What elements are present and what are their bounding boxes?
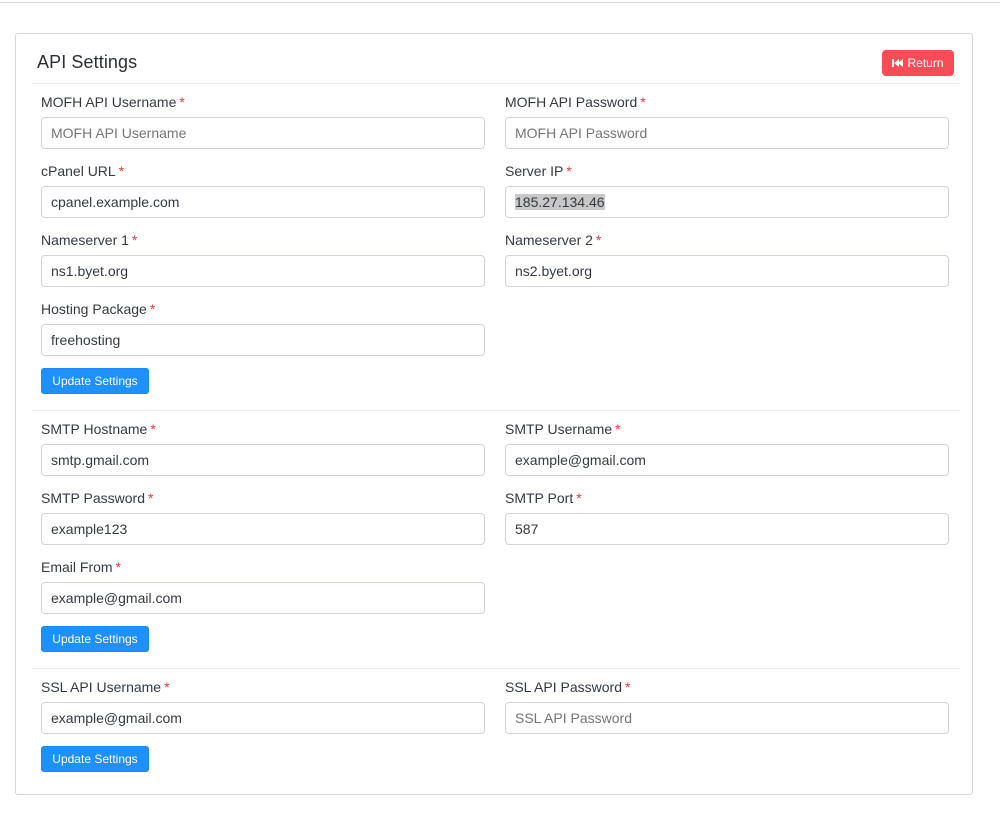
email-from-field: Email From * [41, 558, 485, 614]
nameserver1-label: Nameserver 1 * [41, 232, 138, 248]
nameserver1-field: Nameserver 1 * [41, 231, 485, 287]
smtp-hostname-label: SMTP Hostname * [41, 421, 156, 437]
smtp-port-field: SMTP Port * [505, 489, 949, 545]
smtp-username-field: SMTP Username * [505, 420, 949, 476]
mofh-password-input[interactable] [505, 117, 949, 149]
ssl-password-label: SSL API Password * [505, 679, 631, 695]
smtp-port-input[interactable] [505, 513, 949, 545]
server-ip-value: 185.27.134.46 [515, 194, 605, 210]
hosting-package-input[interactable] [41, 324, 485, 356]
cpanel-url-label: cPanel URL * [41, 163, 125, 179]
mofh-update-button[interactable]: Update Settings [41, 368, 149, 394]
smtp-port-label: SMTP Port * [505, 490, 582, 506]
api-settings-card: API Settings Return MOFH API Username * M… [15, 33, 973, 795]
ssl-username-field: SSL API Username * [41, 678, 485, 734]
header-divider [32, 83, 960, 84]
ssl-update-button[interactable]: Update Settings [41, 746, 149, 772]
smtp-username-label: SMTP Username * [505, 421, 621, 437]
smtp-hostname-field: SMTP Hostname * [41, 420, 485, 476]
cpanel-url-field: cPanel URL * [41, 162, 485, 218]
smtp-password-field: SMTP Password * [41, 489, 485, 545]
cpanel-url-input[interactable] [41, 186, 485, 218]
return-button[interactable]: Return [882, 50, 954, 76]
smtp-username-input[interactable] [505, 444, 949, 476]
smtp-hostname-input[interactable] [41, 444, 485, 476]
mofh-password-field: MOFH API Password * [505, 93, 949, 149]
ssl-password-input[interactable] [505, 702, 949, 734]
hosting-package-label: Hosting Package * [41, 301, 156, 317]
ssl-username-input[interactable] [41, 702, 485, 734]
mofh-username-field: MOFH API Username * [41, 93, 485, 149]
smtp-password-input[interactable] [41, 513, 485, 545]
ssl-username-label: SSL API Username * [41, 679, 170, 695]
mofh-section-divider [32, 410, 960, 411]
smtp-update-button[interactable]: Update Settings [41, 626, 149, 652]
ssl-password-field: SSL API Password * [505, 678, 949, 734]
smtp-password-label: SMTP Password * [41, 490, 154, 506]
smtp-section-divider [32, 668, 960, 669]
mofh-username-input[interactable] [41, 117, 485, 149]
server-ip-input[interactable]: 185.27.134.46 [505, 186, 949, 218]
email-from-input[interactable] [41, 582, 485, 614]
mofh-password-label: MOFH API Password * [505, 94, 646, 110]
mofh-username-label: MOFH API Username * [41, 94, 185, 110]
fast-backward-icon [892, 58, 904, 68]
nameserver2-field: Nameserver 2 * [505, 231, 949, 287]
hosting-package-field: Hosting Package * [41, 300, 485, 356]
server-ip-field: Server IP * 185.27.134.46 [505, 162, 949, 218]
email-from-label: Email From * [41, 559, 122, 575]
server-ip-label: Server IP * [505, 163, 572, 179]
nameserver1-input[interactable] [41, 255, 485, 287]
nameserver2-input[interactable] [505, 255, 949, 287]
top-rule [0, 0, 1000, 3]
return-label: Return [907, 56, 944, 70]
page-title: API Settings [37, 52, 138, 72]
nameserver2-label: Nameserver 2 * [505, 232, 602, 248]
